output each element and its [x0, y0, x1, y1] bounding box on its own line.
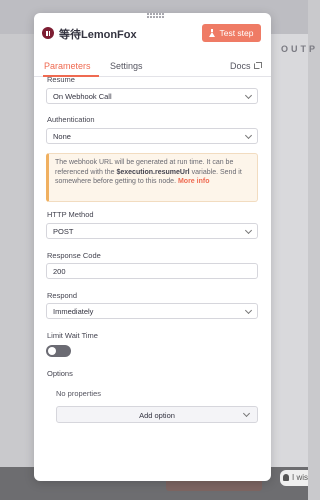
- response-code-label: Response Code: [47, 251, 101, 260]
- no-properties-text: No properties: [56, 389, 102, 398]
- more-info-link[interactable]: More info: [178, 178, 210, 185]
- output-label: OUTP: [281, 44, 319, 54]
- authentication-label: Authentication: [47, 115, 95, 124]
- lightbulb-icon: [283, 474, 289, 481]
- add-option-button[interactable]: Add option: [56, 406, 258, 423]
- node-settings-panel: 等待LemonFox Test step Parameters Settings…: [34, 13, 271, 481]
- docs-label: Docs: [230, 61, 251, 71]
- respond-select[interactable]: Immediately: [46, 303, 258, 319]
- http-method-label: HTTP Method: [47, 210, 94, 219]
- output-pane: [270, 34, 308, 467]
- hint-bubble[interactable]: I wis: [280, 470, 308, 486]
- chevron-down-icon: [244, 226, 253, 235]
- notice-variable: $execution.resumeUrl: [116, 168, 190, 176]
- http-method-value: POST: [53, 227, 74, 236]
- tab-parameters[interactable]: Parameters: [44, 61, 91, 71]
- resume-label: Resume: [47, 75, 75, 84]
- test-step-label: Test step: [219, 28, 254, 38]
- panel-header: 等待LemonFox Test step: [34, 13, 271, 55]
- resume-value: On Webhook Call: [53, 92, 112, 101]
- limit-wait-time-label: Limit Wait Time: [47, 331, 98, 340]
- chevron-down-icon: [244, 91, 253, 100]
- resume-select[interactable]: On Webhook Call: [46, 88, 258, 104]
- panel-tabs: Parameters Settings Docs: [34, 55, 271, 77]
- tab-settings[interactable]: Settings: [110, 61, 143, 71]
- authentication-select[interactable]: None: [46, 128, 258, 144]
- http-method-select[interactable]: POST: [46, 223, 258, 239]
- options-label: Options: [47, 369, 73, 378]
- docs-link[interactable]: Docs: [230, 61, 262, 71]
- test-step-button[interactable]: Test step: [202, 24, 261, 42]
- add-option-label: Add option: [139, 411, 175, 420]
- response-code-input[interactable]: 200: [46, 263, 258, 279]
- limit-wait-time-toggle[interactable]: [46, 345, 71, 357]
- hint-text: I wis: [292, 473, 308, 482]
- webhook-notice: The webhook URL will be generated at run…: [46, 153, 258, 202]
- response-code-value: 200: [53, 267, 66, 276]
- external-link-icon: [253, 62, 262, 69]
- chevron-down-icon: [242, 409, 251, 418]
- chevron-down-icon: [244, 306, 253, 315]
- chevron-down-icon: [244, 131, 253, 140]
- toggle-knob: [48, 347, 56, 355]
- node-title[interactable]: 等待LemonFox: [59, 26, 137, 42]
- respond-label: Respond: [47, 291, 78, 300]
- respond-value: Immediately: [53, 307, 94, 316]
- flask-icon: [209, 29, 216, 37]
- authentication-value: None: [53, 132, 71, 141]
- pause-circle-icon: [42, 27, 54, 39]
